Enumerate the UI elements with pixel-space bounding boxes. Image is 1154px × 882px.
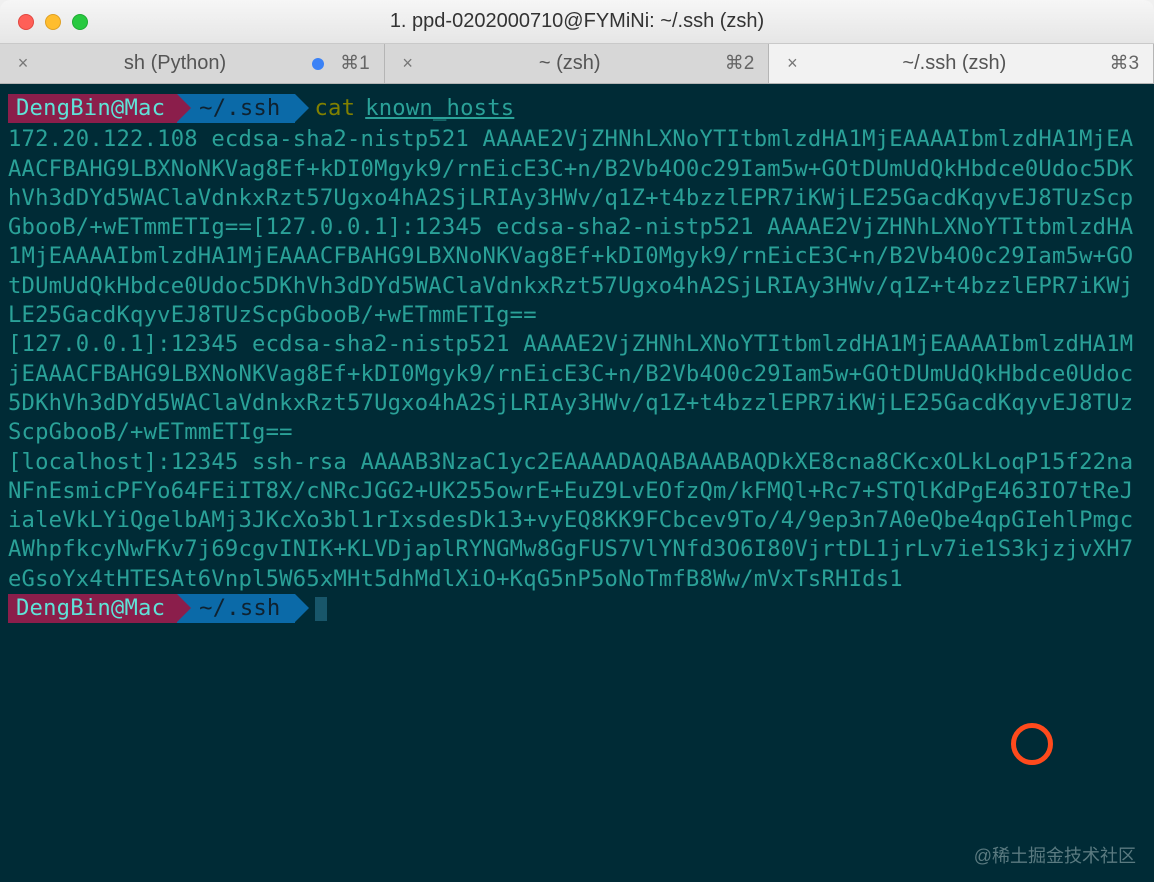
maximize-window-button[interactable] (72, 14, 88, 30)
prompt-user-segment: DengBin@Mac (8, 594, 177, 623)
tab-shortcut: ⌘1 (340, 52, 370, 75)
minimize-window-button[interactable] (45, 14, 61, 30)
window-title: 1. ppd-0202000710@FYMiNi: ~/.ssh (zsh) (0, 10, 1154, 33)
tab-ssh-zsh[interactable]: × ~/.ssh (zsh) ⌘3 (769, 44, 1154, 83)
command-text: cat (315, 94, 356, 123)
terminal-output: [127.0.0.1]:12345 ecdsa-sha2-nistp521 AA… (8, 330, 1146, 447)
close-tab-icon[interactable]: × (399, 53, 417, 74)
terminal-output: [localhost]:12345 ssh-rsa AAAAB3NzaC1yc2… (8, 448, 1146, 594)
tab-sh-python[interactable]: × sh (Python) ⌘1 (0, 44, 385, 83)
close-window-button[interactable] (18, 14, 34, 30)
prompt-line: DengBin@Mac ~/.ssh (8, 594, 1146, 623)
tab-shortcut: ⌘3 (1109, 52, 1139, 75)
tab-label: sh (Python) (38, 52, 312, 75)
window-titlebar: 1. ppd-0202000710@FYMiNi: ~/.ssh (zsh) (0, 0, 1154, 44)
terminal-viewport[interactable]: DengBin@Mac ~/.ssh cat known_hosts 172.2… (0, 84, 1154, 882)
prompt-path-segment: ~/.ssh (177, 594, 294, 623)
tab-label: ~/.ssh (zsh) (807, 52, 1101, 75)
terminal-output: 172.20.122.108 ecdsa-sha2-nistp521 AAAAE… (8, 125, 1146, 330)
prompt-user-segment: DengBin@Mac (8, 94, 177, 123)
tab-bar: × sh (Python) ⌘1 × ~ (zsh) ⌘2 × ~/.ssh (… (0, 44, 1154, 84)
tab-home-zsh[interactable]: × ~ (zsh) ⌘2 (385, 44, 770, 83)
tab-label: ~ (zsh) (423, 52, 717, 75)
tab-shortcut: ⌘2 (725, 52, 755, 75)
watermark-text: @稀土掘金技术社区 (974, 842, 1136, 868)
prompt-line: DengBin@Mac ~/.ssh cat known_hosts (8, 94, 1146, 123)
command-arg: known_hosts (365, 94, 514, 123)
modified-dot-icon (312, 58, 324, 70)
close-tab-icon[interactable]: × (783, 53, 801, 74)
prompt-path-segment: ~/.ssh (177, 94, 294, 123)
terminal-cursor (315, 597, 327, 621)
close-tab-icon[interactable]: × (14, 53, 32, 74)
